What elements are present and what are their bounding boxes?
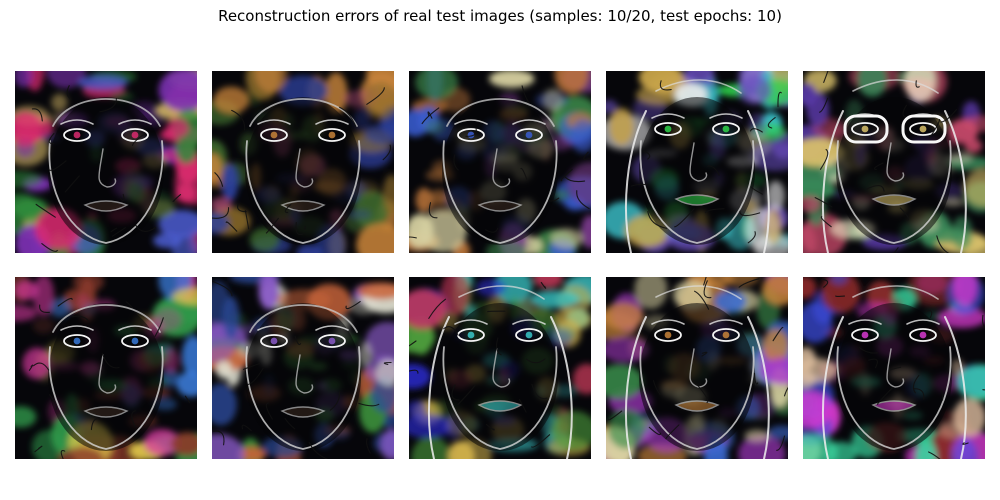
- error-image-graphic: [606, 277, 788, 459]
- error-image-graphic: [212, 277, 394, 459]
- error-image-r1c2: [212, 71, 394, 253]
- error-image-r1c4: [606, 71, 788, 253]
- error-image-graphic: [15, 71, 197, 253]
- error-image-graphic: [409, 277, 591, 459]
- error-image-r2c4: [606, 277, 788, 459]
- error-image-r2c1: [15, 277, 197, 459]
- error-image-graphic: [15, 277, 197, 459]
- error-image-graphic: [606, 71, 788, 253]
- error-image-r2c2: [212, 277, 394, 459]
- error-image-r1c3: [409, 71, 591, 253]
- error-image-graphic: [212, 71, 394, 253]
- error-image-graphic: [803, 71, 985, 253]
- error-image-r1c5: [803, 71, 985, 253]
- image-grid: [0, 0, 1000, 500]
- error-image-graphic: [409, 71, 591, 253]
- error-image-r2c5: [803, 277, 985, 459]
- error-image-graphic: [803, 277, 985, 459]
- error-image-r1c1: [15, 71, 197, 253]
- error-image-r2c3: [409, 277, 591, 459]
